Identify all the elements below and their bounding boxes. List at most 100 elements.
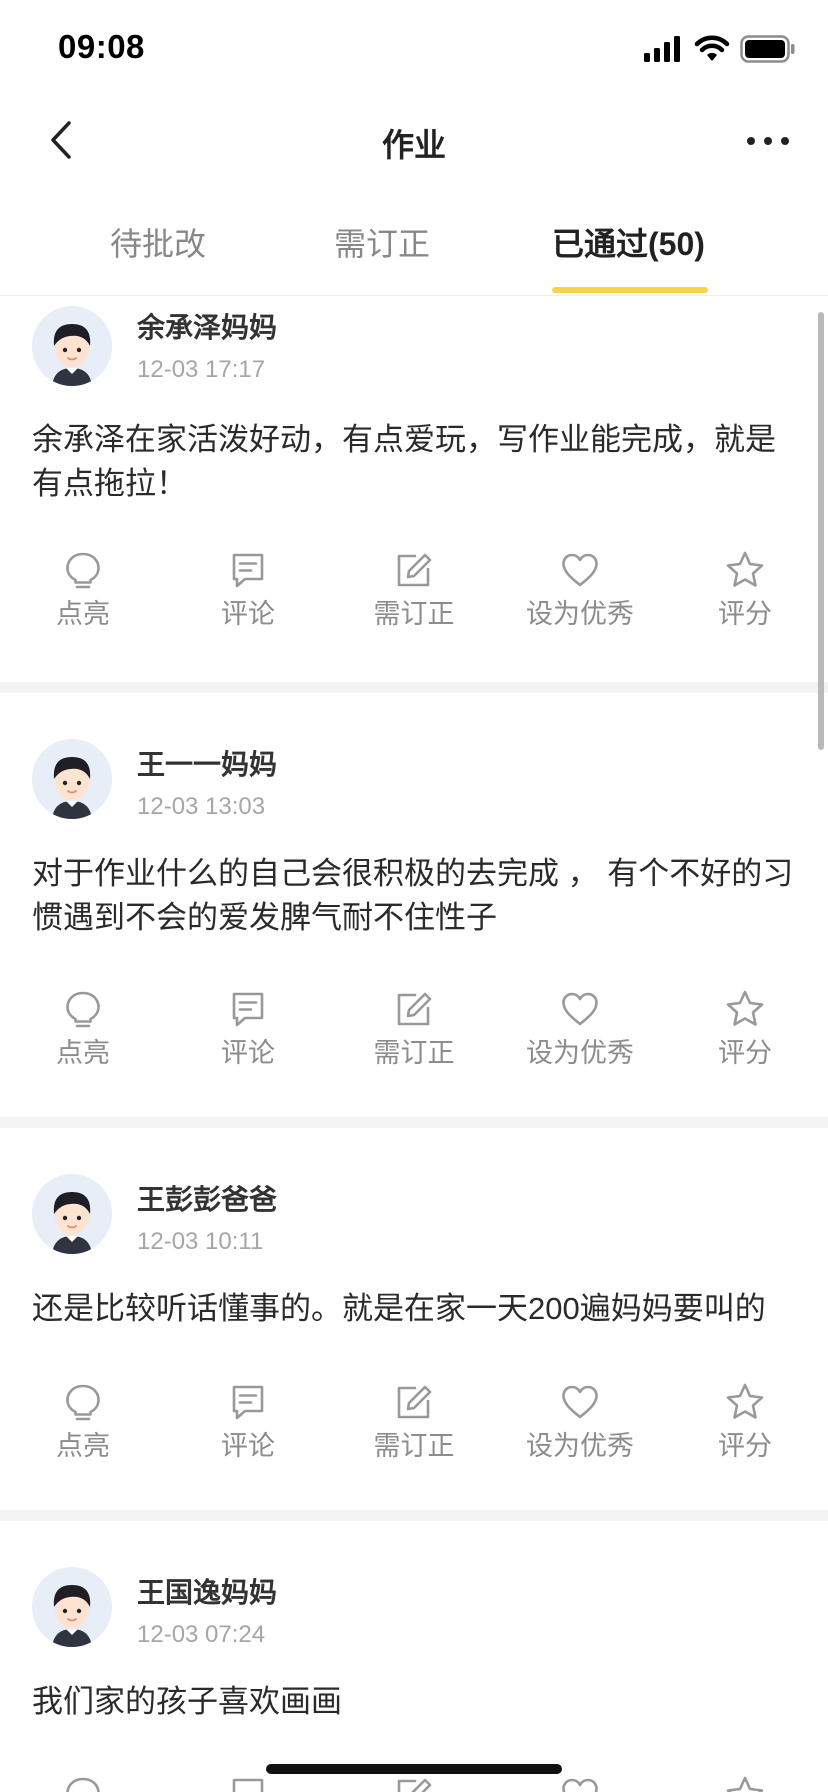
post-time: 12-03 10:11: [137, 1228, 264, 1255]
status-icons: [644, 34, 796, 64]
star-icon: [726, 1776, 764, 1792]
comment-icon: [232, 1385, 264, 1420]
action-label: 评论: [221, 1038, 275, 1068]
action-label: 评论: [221, 599, 275, 629]
post-divider: [0, 682, 828, 693]
avatar: [32, 306, 112, 386]
boy-avatar-icon: [32, 1174, 112, 1254]
wifi-icon: [694, 35, 730, 61]
edit-icon: [397, 1778, 432, 1792]
light-up-button[interactable]: [8, 1775, 158, 1792]
mark-excellent-button[interactable]: 设为优秀: [505, 989, 655, 1070]
scrollbar[interactable]: [818, 312, 824, 750]
post-divider: [0, 1117, 828, 1128]
tab-bar: 待批改 需订正 已通过(50): [0, 195, 828, 296]
post-card: 余承泽妈妈 12-03 17:17 余承泽在家活泼好动，有点爱玩，写作业能完成，…: [0, 296, 828, 682]
rate-button[interactable]: [670, 1775, 820, 1792]
nav-bar: 作业: [0, 100, 828, 182]
post-author: 余承泽妈妈: [137, 312, 278, 343]
edit-icon: [397, 553, 432, 587]
action-label: 设为优秀: [526, 1038, 634, 1068]
action-label: 需订正: [373, 599, 455, 629]
rate-button[interactable]: 评分: [670, 550, 820, 631]
avatar: [32, 1567, 112, 1647]
comment-icon: [232, 1778, 264, 1792]
comment-button[interactable]: 评论: [173, 1382, 323, 1463]
needs-correction-button[interactable]: [339, 1775, 489, 1792]
action-label: 评分: [718, 1038, 772, 1068]
avatar: [32, 739, 112, 819]
heart-icon: [562, 992, 598, 1026]
light-up-button[interactable]: 点亮: [8, 1382, 158, 1463]
post-actions: 点亮 评论 需订正 设为优秀 评分: [0, 550, 828, 640]
lightbulb-icon: [66, 991, 100, 1028]
homework-feed[interactable]: 余承泽妈妈 12-03 17:17 余承泽在家活泼好动，有点爱玩，写作业能完成，…: [0, 296, 828, 1792]
post-author: 王国逸妈妈: [137, 1577, 278, 1608]
heart-icon: [562, 1385, 598, 1419]
edit-icon: [397, 1385, 432, 1419]
post-actions: 点亮 评论 需订正 设为优秀 评分: [0, 1382, 828, 1472]
rate-button[interactable]: 评分: [670, 989, 820, 1070]
post-time: 12-03 07:24: [137, 1621, 266, 1648]
tab-passed[interactable]: 已通过(50): [552, 219, 705, 265]
post-content: 我们家的孩子喜欢画画: [32, 1684, 342, 1719]
light-up-button[interactable]: 点亮: [8, 989, 158, 1070]
needs-correction-button[interactable]: 需订正: [339, 1382, 489, 1463]
mark-excellent-button[interactable]: 设为优秀: [505, 550, 655, 631]
status-bar: 09:08: [0, 0, 828, 100]
post-card: 王国逸妈妈 12-03 07:24 我们家的孩子喜欢画画: [0, 1521, 828, 1792]
more-icon: [747, 137, 789, 145]
post-author: 王一一妈妈: [137, 749, 278, 780]
action-label: 点亮: [56, 599, 110, 629]
boy-avatar-icon: [32, 1567, 112, 1647]
boy-avatar-icon: [32, 306, 112, 386]
rate-button[interactable]: 评分: [670, 1382, 820, 1463]
page-title: 作业: [381, 127, 446, 163]
post-content: 对于作业什么的自己会很积极的去完成 ， 有个不好的习惯遇到不会的爱发脾气耐不住性…: [32, 856, 794, 935]
comment-icon: [232, 992, 264, 1027]
post-time: 12-03 13:03: [137, 793, 266, 820]
star-icon: [726, 551, 764, 587]
status-time: 09:08: [58, 28, 145, 65]
post-card: 王彭彭爸爸 12-03 10:11 还是比较听话懂事的。就是在家一天200遍妈妈…: [0, 1128, 828, 1510]
action-label: 需订正: [373, 1038, 455, 1068]
needs-correction-button[interactable]: 需订正: [339, 550, 489, 631]
tab-active-indicator: [552, 287, 708, 293]
boy-avatar-icon: [32, 739, 112, 819]
post-divider: [0, 1510, 828, 1521]
signal-icon: [644, 36, 680, 62]
comment-button[interactable]: 评论: [173, 550, 323, 631]
tab-pending[interactable]: 待批改: [110, 219, 206, 265]
post-actions: 点亮 评论 需订正 设为优秀 评分: [0, 989, 828, 1079]
action-label: 设为优秀: [526, 599, 634, 629]
home-indicator[interactable]: [266, 1764, 562, 1774]
mark-excellent-button[interactable]: 设为优秀: [505, 1382, 655, 1463]
post-content: 余承泽在家活泼好动，有点爱玩，写作业能完成，就是有点拖拉！: [32, 422, 776, 501]
star-icon: [726, 990, 764, 1026]
action-label: 评论: [221, 1431, 275, 1461]
post-content: 还是比较听话懂事的。就是在家一天200遍妈妈要叫的: [32, 1291, 766, 1326]
needs-correction-button[interactable]: 需订正: [339, 989, 489, 1070]
edit-icon: [397, 992, 432, 1026]
lightbulb-icon: [66, 1384, 100, 1421]
post-card: 王一一妈妈 12-03 13:03 对于作业什么的自己会很积极的去完成 ， 有个…: [0, 693, 828, 1117]
comment-icon: [232, 553, 264, 588]
more-button[interactable]: [738, 116, 798, 166]
action-label: 设为优秀: [526, 1431, 634, 1461]
heart-icon: [562, 1778, 598, 1792]
battery-icon: [740, 35, 795, 63]
tab-needs-correction[interactable]: 需订正: [334, 219, 430, 265]
light-up-button[interactable]: 点亮: [8, 550, 158, 631]
lightbulb-icon: [66, 1777, 100, 1792]
star-icon: [726, 1383, 764, 1419]
action-label: 评分: [718, 599, 772, 629]
post-author: 王彭彭爸爸: [137, 1184, 278, 1215]
heart-icon: [562, 553, 598, 587]
comment-button[interactable]: 评论: [173, 989, 323, 1070]
action-label: 点亮: [56, 1431, 110, 1461]
action-label: 点亮: [56, 1038, 110, 1068]
avatar: [32, 1174, 112, 1254]
lightbulb-icon: [66, 552, 100, 589]
comment-button[interactable]: [173, 1775, 323, 1792]
mark-excellent-button[interactable]: [505, 1775, 655, 1792]
